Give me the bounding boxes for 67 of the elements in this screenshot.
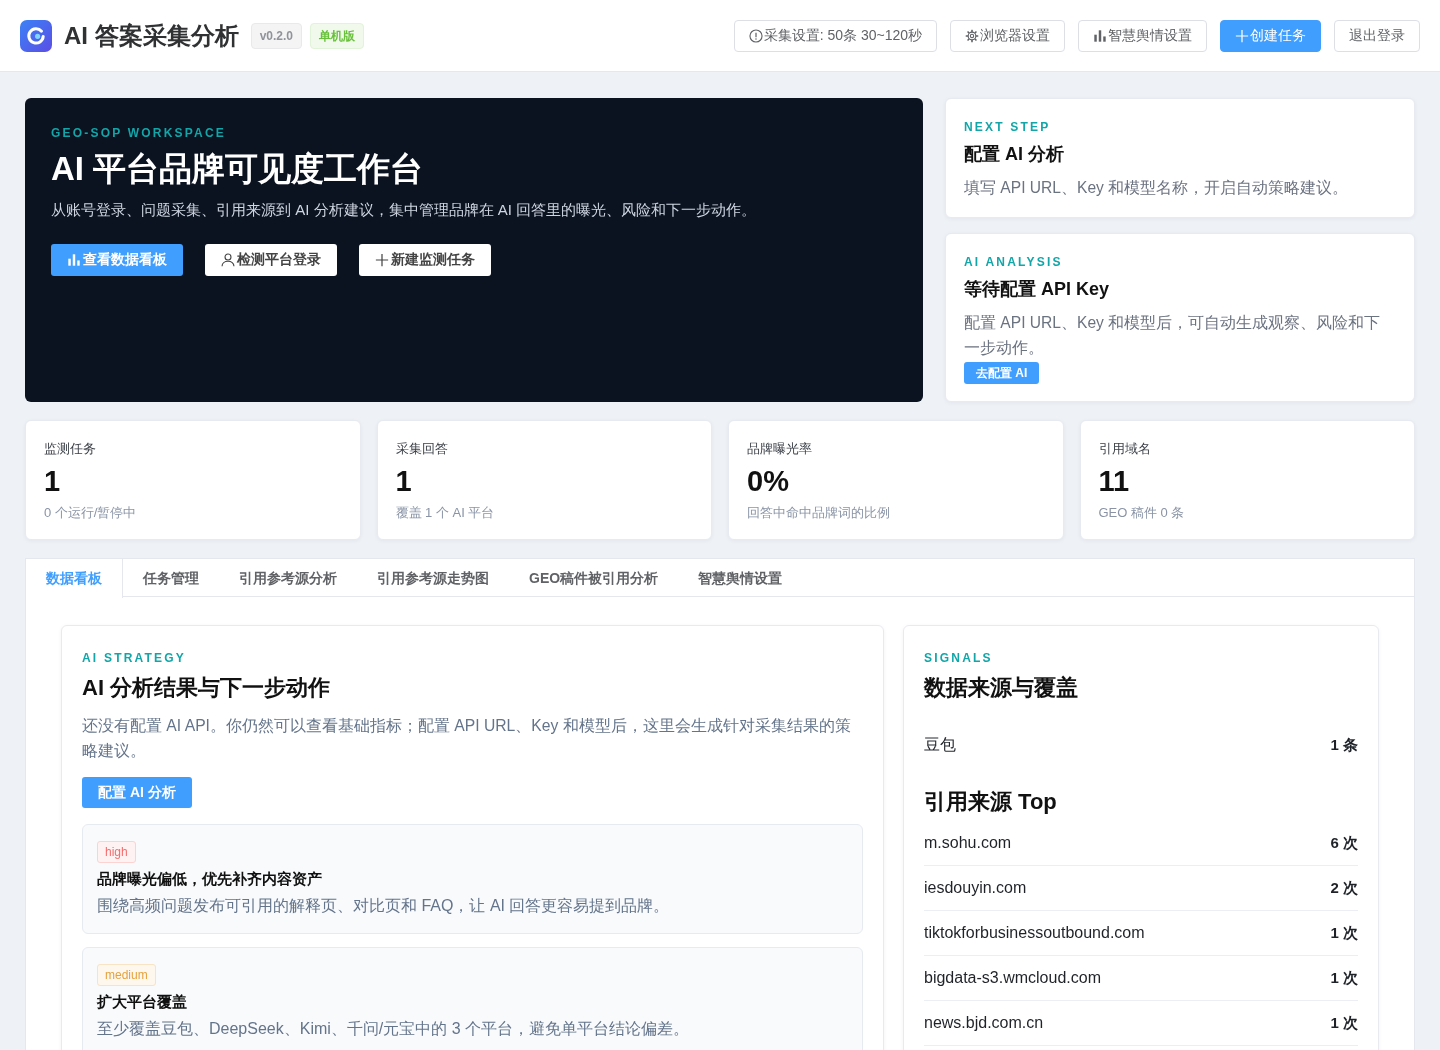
stat-value: 11 <box>1098 464 1131 499</box>
plus-icon <box>375 252 389 267</box>
suggestion-description: 围绕高频问题发布可引用的解释页、对比页和 FAQ，让 AI 回答更容易提到品牌。 <box>97 896 671 916</box>
app-logo-icon <box>20 19 52 52</box>
source-domain: m.sohu.com <box>924 833 1012 853</box>
bar-chart-icon <box>1093 28 1107 43</box>
card-description: 还没有配置 AI API。你仍然可以查看基础指标；配置 API URL、Key 和模型后，这里会生成针对采集结果的策略建议。 <box>82 716 852 761</box>
source-count: 6 次 <box>1330 832 1358 853</box>
stat-note: 0 个运行/暂停中 <box>44 504 138 522</box>
card-title: 等待配置 API Key <box>964 278 1111 301</box>
eyebrow-label: AI STRATEGY <box>82 650 187 667</box>
stat-label: 引用域名 <box>1098 440 1152 458</box>
eyebrow-label: GEO-SOP WORKSPACE <box>51 125 227 142</box>
user-icon <box>221 252 235 267</box>
hero-title: AI 平台品牌可见度工作台 <box>51 149 425 189</box>
priority-tag: medium <box>97 964 156 986</box>
eyebrow-label: SIGNALS <box>924 650 994 667</box>
edition-tag: 单机版 <box>310 22 365 49</box>
version-tag: v0.2.0 <box>250 22 303 49</box>
stat-note: 回答中命中品牌词的比例 <box>747 504 891 522</box>
suggestion-title: 品牌曝光偏低，优先补齐内容资产 <box>97 869 323 889</box>
suggestion-description: 至少覆盖豆包、DeepSeek、Kimi、千问/元宝中的 3 个平台，避免单平台结论偏差。 <box>97 1019 691 1039</box>
card-description: 填写 API URL、Key 和模型名称，开启自动策略建议。 <box>964 178 1350 198</box>
eyebrow-label: NEXT STEP <box>964 119 1052 136</box>
stat-label: 品牌曝光率 <box>747 440 813 458</box>
sentiment-settings-button[interactable]: 智慧舆情设置 <box>1078 19 1207 52</box>
stat-value: 1 <box>395 464 413 499</box>
tab[interactable]: 引用参考源走势图 <box>357 559 509 597</box>
hero-description: 从账号登录、问题采集、引用来源到 AI 分析建议，集中管理品牌在 AI 回答里的曝光、风险和下一步动作。 <box>51 200 757 221</box>
stat-label: 监测任务 <box>44 440 97 458</box>
stat-note: GEO 稿件 0 条 <box>1098 504 1186 522</box>
check-login-button[interactable]: 检测平台登录 <box>205 243 337 276</box>
eyebrow-label: AI ANALYSIS <box>964 254 1064 271</box>
logout-button[interactable]: 退出登录 <box>1334 19 1420 52</box>
tab[interactable]: 引用参考源分析 <box>219 559 357 597</box>
card-title: AI 分析结果与下一步动作 <box>82 674 332 702</box>
source-count: 1 次 <box>1330 967 1358 988</box>
tab[interactable]: GEO稿件被引用分析 <box>509 559 679 597</box>
browser-settings-button[interactable]: 浏览器设置 <box>950 19 1065 52</box>
tab[interactable]: 任务管理 <box>123 559 219 597</box>
source-domain: iesdouyin.com <box>924 878 1027 898</box>
stat-value: 0% <box>747 464 790 499</box>
priority-tag: high <box>97 841 136 863</box>
source-count: 1 次 <box>1330 922 1358 943</box>
stat-label: 采集回答 <box>395 440 449 458</box>
stat-note: 覆盖 1 个 AI 平台 <box>395 504 496 522</box>
card-title: 数据来源与覆盖 <box>924 674 1079 702</box>
settings-icon <box>965 28 979 43</box>
info-icon <box>748 28 763 43</box>
app-title: AI 答案采集分析 <box>64 20 239 51</box>
suggestion-title: 扩大平台覆盖 <box>97 992 188 1012</box>
source-domain: news.bjd.com.cn <box>924 1013 1044 1033</box>
tab[interactable]: 智慧舆情设置 <box>678 559 803 597</box>
platform-count: 1 条 <box>1330 735 1358 755</box>
source-domain: tiktokforbusinessoutbound.com <box>924 923 1145 943</box>
new-task-button[interactable]: 新建监测任务 <box>359 243 491 276</box>
section-title: 引用来源 Top <box>924 788 1058 816</box>
card-description: 配置 API URL、Key 和模型后，可自动生成观察、风险和下一步动作。 <box>964 313 1382 358</box>
bar-chart-icon <box>67 252 81 267</box>
source-count: 2 次 <box>1330 877 1358 898</box>
stat-value: 1 <box>44 464 62 499</box>
platform-name: 豆包 <box>924 735 956 755</box>
card-title: 配置 AI 分析 <box>964 143 1065 166</box>
source-domain: bigdata-s3.wmcloud.com <box>924 968 1101 988</box>
source-count: 1 次 <box>1330 1012 1358 1033</box>
collect-settings-button[interactable]: 采集设置: 50条 30~120秒 <box>733 19 937 52</box>
plus-icon <box>1235 28 1249 43</box>
